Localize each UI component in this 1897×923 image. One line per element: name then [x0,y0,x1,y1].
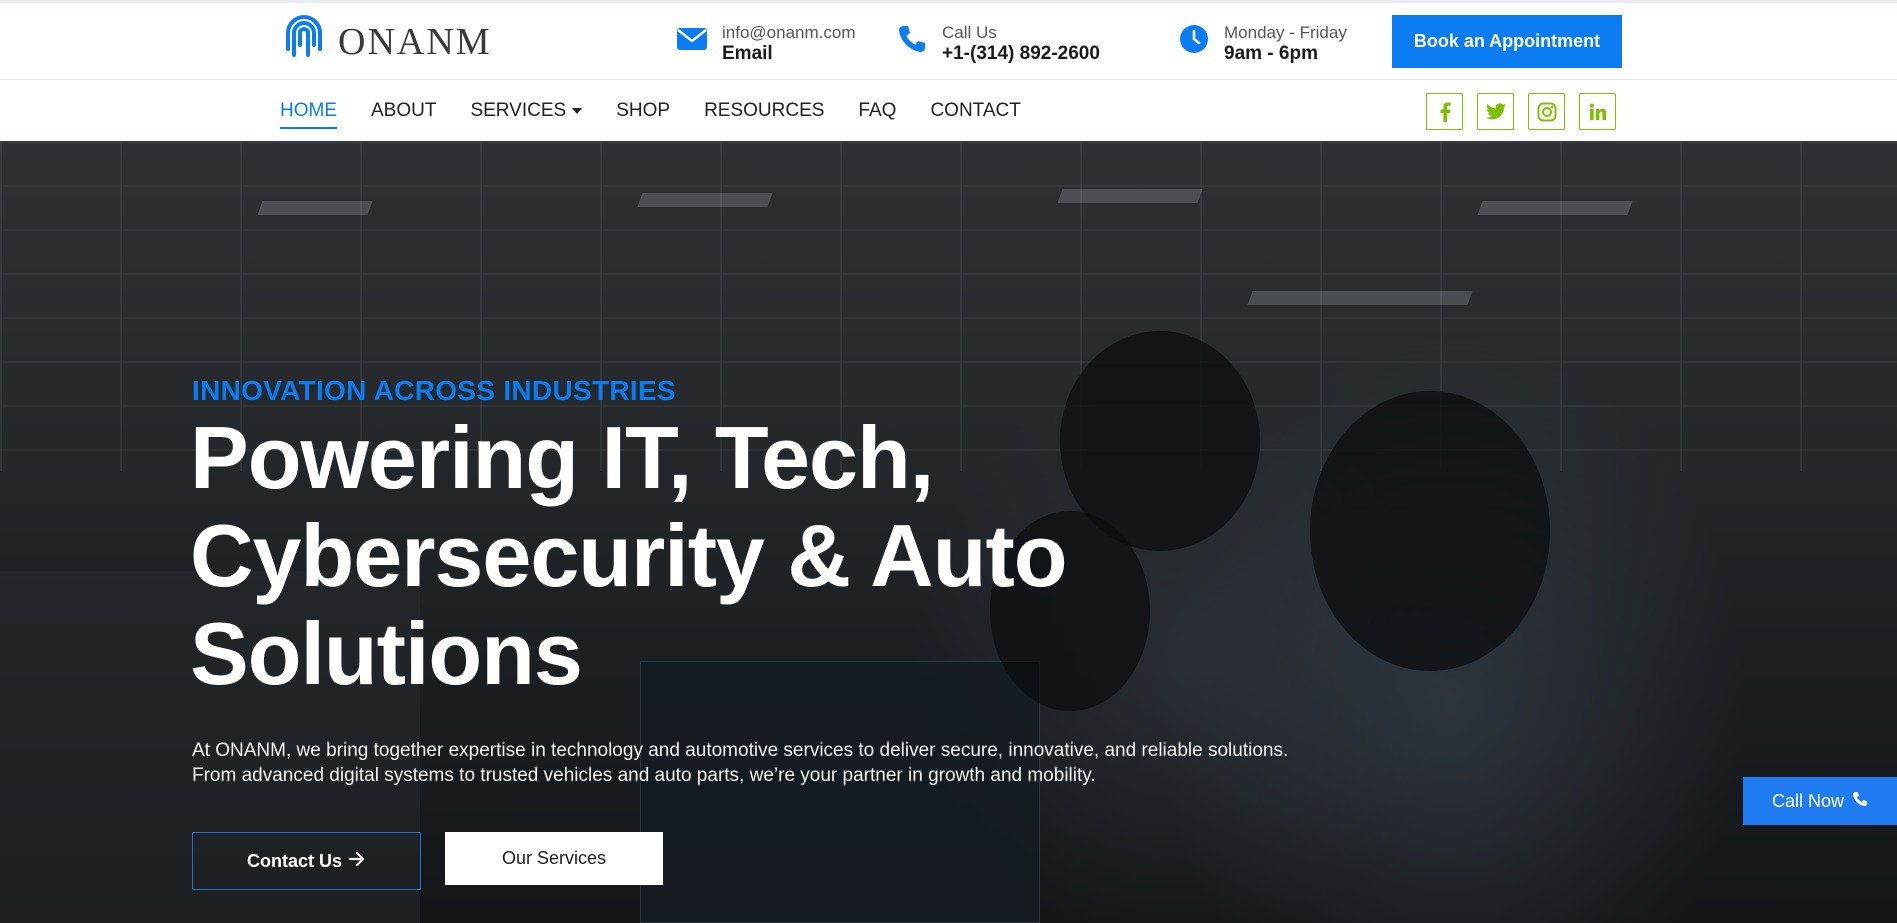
social-links [1426,93,1616,130]
logo[interactable]: ONANM [280,15,492,68]
nav-item-resources[interactable]: RESOURCES [704,100,824,122]
nav-menu: HOME ABOUT SERVICES SHOP RESOURCES FAQ C… [280,80,1021,141]
hours-time: 9am - 6pm [1224,43,1318,64]
nav-item-label: HOME [280,99,337,121]
hero-background-person [1310,391,1550,671]
call-now-button[interactable]: Call Now [1743,777,1897,825]
hero-headline: Powering IT, Tech, Cybersecurity & Auto … [190,408,1068,703]
phone-info[interactable]: Call Us +1-(314) 892-2600 [896,23,1100,65]
nav-item-faq[interactable]: FAQ [858,100,896,122]
twitter-icon[interactable] [1477,93,1514,130]
phone-icon [896,23,928,55]
main-navigation: HOME ABOUT SERVICES SHOP RESOURCES FAQ C… [0,80,1897,141]
email-info[interactable]: info@onanm.com Email [676,23,856,65]
logo-text: ONANM [338,20,492,63]
hero-section: INNOVATION ACROSS INDUSTRIES Powering IT… [0,141,1897,923]
envelope-icon [676,23,708,55]
nav-item-label: ABOUT [371,99,437,121]
hours-days: Monday - Friday [1224,23,1347,42]
clock-icon [1178,23,1210,55]
arrow-right-icon [348,851,366,872]
contact-us-button[interactable]: Contact Us [192,832,421,890]
caret-down-icon [572,107,583,114]
call-now-label: Call Now [1771,790,1845,811]
hero-description: At ONANM, we bring together expertise in… [192,740,1289,786]
nav-item-services[interactable]: SERVICES [470,99,583,122]
nav-item-home[interactable]: HOME [280,99,337,129]
nav-item-label: FAQ [858,99,897,121]
ceiling-light [1247,291,1473,305]
linkedin-icon[interactable] [1579,93,1616,130]
phone-icon [1852,791,1868,812]
hours-info: Monday - Friday 9am - 6pm [1178,23,1347,65]
instagram-icon[interactable] [1528,93,1565,130]
nav-item-label: RESOURCES [704,99,825,121]
email-address[interactable]: info@onanm.com [722,23,856,43]
email-label: Email [722,43,773,64]
nav-item-label: SERVICES [470,99,567,121]
ceiling-light [1477,201,1633,215]
onanm-logo-icon [280,15,328,68]
contact-us-label: Contact Us [246,850,342,871]
book-appointment-button[interactable]: Book an Appointment [1392,15,1622,68]
phone-label: Call Us [942,23,997,42]
ceiling-light [1057,189,1203,203]
ceiling-light [257,201,373,215]
our-services-button[interactable]: Our Services [445,832,663,885]
nav-item-label: SHOP [616,99,671,121]
facebook-icon[interactable] [1426,93,1463,130]
nav-item-shop[interactable]: SHOP [616,100,670,122]
nav-item-about[interactable]: ABOUT [371,100,436,122]
top-header: ONANM info@onanm.com Email Call Us +1-(3… [0,3,1897,80]
hero-eyebrow: INNOVATION ACROSS INDUSTRIES [192,375,676,406]
ceiling-light [637,193,773,207]
nav-item-contact[interactable]: CONTACT [930,100,1020,122]
phone-number[interactable]: +1-(314) 892-2600 [942,43,1100,65]
nav-item-label: CONTACT [930,99,1021,121]
